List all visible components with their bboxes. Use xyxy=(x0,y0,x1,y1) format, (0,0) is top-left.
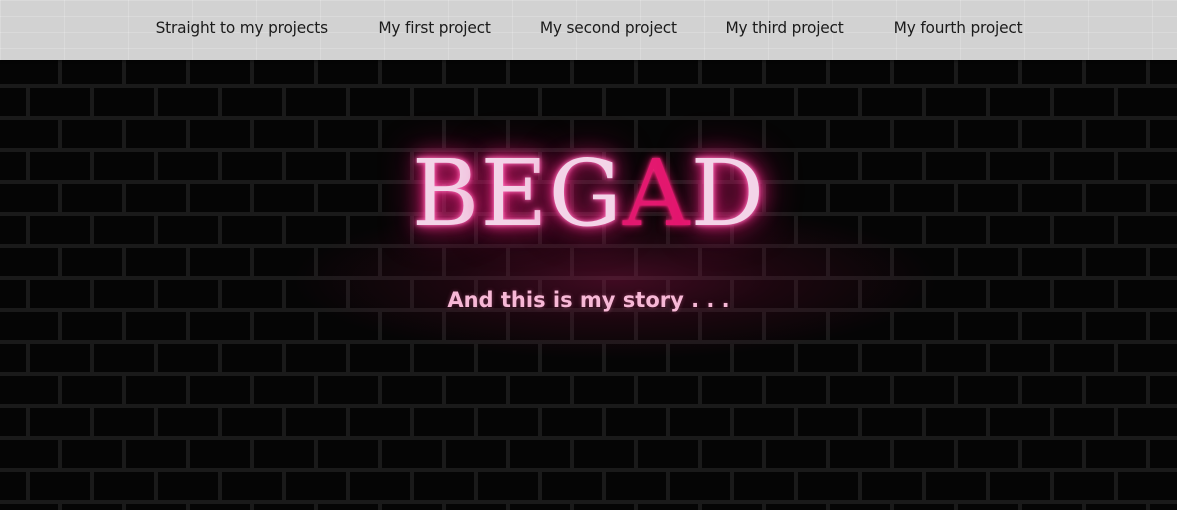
brick-pattern xyxy=(0,60,1177,510)
title-letter-b: B xyxy=(411,140,481,247)
title-letter-e: E xyxy=(480,140,549,247)
title-letter-g: G xyxy=(548,140,624,247)
nav-menu: Straight to my projects My first project… xyxy=(0,0,1177,54)
nav-link-straight-to-projects[interactable]: Straight to my projects xyxy=(135,18,350,37)
hero-subtitle: And this is my story . . . xyxy=(447,288,730,312)
nav-link-fourth-project[interactable]: My fourth project xyxy=(872,18,1043,37)
nav-link-first-project[interactable]: My first project xyxy=(357,18,512,37)
nav-link-third-project[interactable]: My third project xyxy=(705,18,865,37)
top-navbar: Straight to my projects My first project… xyxy=(0,0,1177,60)
title-letter-d: D xyxy=(690,140,766,247)
hero-title: BEGAD xyxy=(0,148,1177,240)
title-letter-a-accent: A xyxy=(623,140,691,247)
nav-link-second-project[interactable]: My second project xyxy=(519,18,698,37)
brick-wall-background xyxy=(0,60,1177,510)
